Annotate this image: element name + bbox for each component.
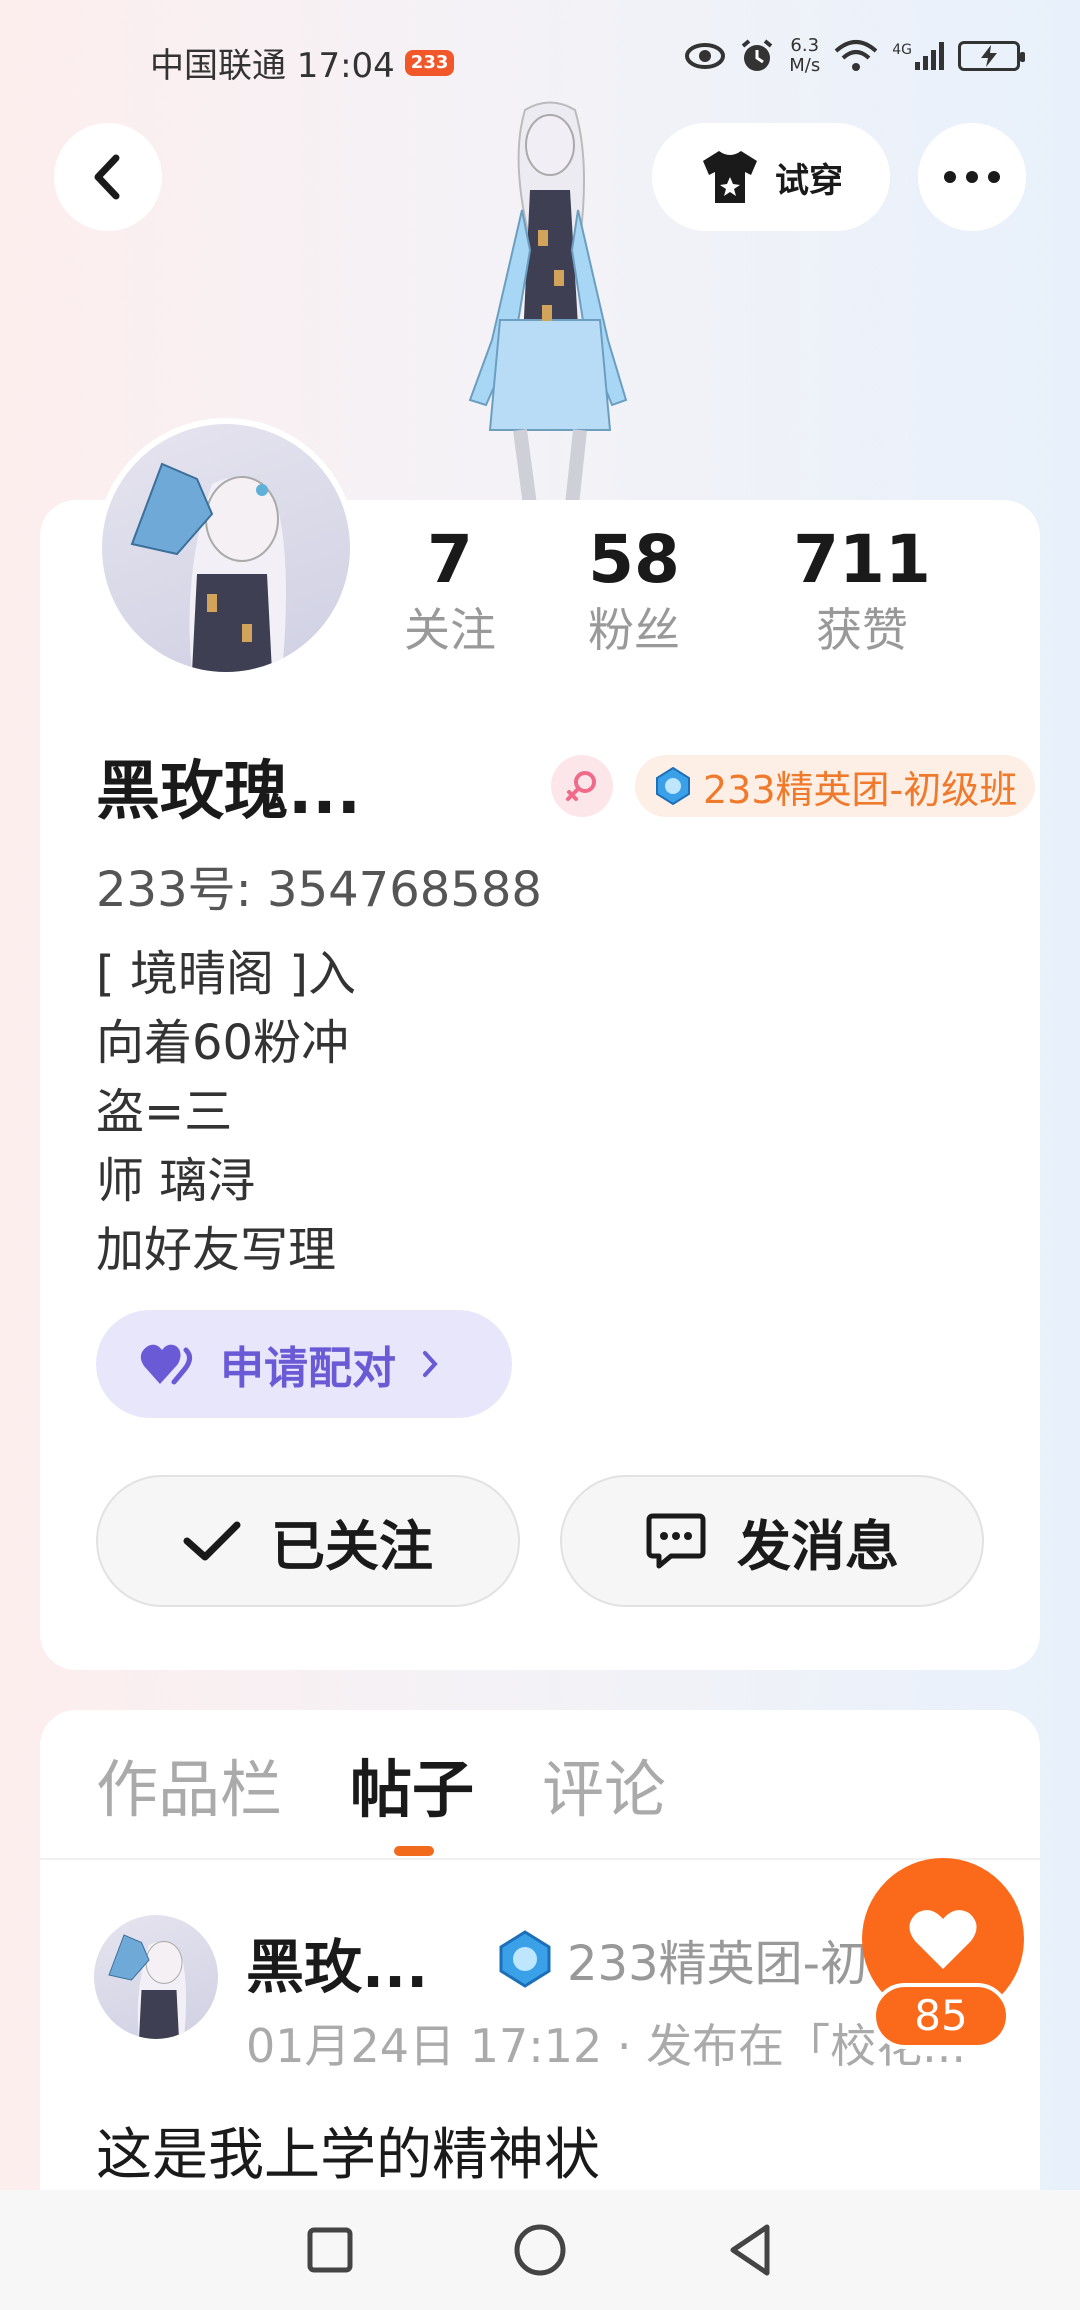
profile-avatar[interactable] [96, 418, 356, 678]
request-match-button[interactable]: 申请配对 [96, 1310, 512, 1418]
system-nav-bar [0, 2190, 1080, 2310]
title-badge[interactable]: 233精英团-初级班 [635, 755, 1036, 817]
user-id: 233号: 354768588 [96, 862, 542, 918]
post-text[interactable]: 这是我上学的精神状 [96, 2110, 600, 2191]
tab-divider [40, 1858, 1040, 1860]
female-gender-icon [551, 755, 613, 817]
avatar-character-figure [468, 101, 628, 505]
alarm-icon [741, 39, 773, 71]
content-tabs: 作品栏 帖子 评论 [96, 1750, 666, 1856]
avatar [102, 424, 350, 672]
tab-works[interactable]: 作品栏 [96, 1750, 282, 1830]
stat-label: 获赞 [816, 603, 908, 657]
stat-label: 粉丝 [588, 603, 680, 657]
bio-line: 盗=三 [96, 1084, 233, 1140]
stat-value: 7 [427, 521, 473, 598]
send-message-button[interactable]: 发消息 [560, 1475, 984, 1607]
bio-line: [ 境晴阁 ]入 [96, 946, 356, 1002]
app-notification-badge: 233 [404, 49, 455, 76]
post-author-avatar[interactable] [94, 1915, 218, 2039]
more-options-button[interactable] [918, 123, 1026, 231]
stat-likes[interactable]: 711 获赞 [748, 520, 976, 660]
like-count: 85 [872, 1983, 1010, 2049]
more-dots-icon [944, 171, 1000, 183]
check-icon [183, 1521, 241, 1561]
try-on-button[interactable]: 试穿 [652, 123, 890, 231]
recents-button[interactable] [300, 2220, 360, 2280]
carrier-time: 中国联通 17:04 [150, 46, 395, 86]
bio-line: 师 璃浔 [96, 1153, 256, 1209]
request-match-label: 申请配对 [220, 1343, 396, 1394]
gem-badge-icon [499, 1930, 551, 1988]
heart-icon [909, 1910, 977, 1969]
name-row: 黑玫瑰... 233精英团-初级班 [96, 740, 1036, 832]
chevron-right-icon [423, 1351, 438, 1377]
tab-posts[interactable]: 帖子 [350, 1750, 474, 1856]
profile-stats: 7 关注 58 粉丝 711 获赞 [380, 520, 1000, 660]
post-badge-label: 233精英团-初 [567, 1936, 868, 1992]
status-left: 中国联通 17:04 233 [150, 38, 455, 87]
chevron-left-icon [94, 154, 120, 200]
bio-line: 加好友写理 [96, 1222, 337, 1278]
net-speed: 6.3 M/s [789, 35, 821, 76]
eye-icon [685, 43, 726, 69]
stat-fans[interactable]: 58 粉丝 [520, 520, 748, 660]
gem-badge-icon [656, 766, 690, 806]
status-icons: 6.3 M/s 4G [685, 35, 1025, 76]
followed-button[interactable]: 已关注 [96, 1475, 520, 1607]
heart-icon [140, 1344, 192, 1385]
avatar-illustration [130, 462, 286, 672]
nickname: 黑玫瑰... [96, 755, 361, 829]
stat-label: 关注 [404, 603, 496, 657]
stat-following[interactable]: 7 关注 [380, 520, 520, 660]
stat-value: 58 [588, 521, 680, 598]
home-button[interactable] [510, 2220, 570, 2280]
bio-line: 向着60粉冲 [96, 1015, 350, 1071]
title-badge-label: 233精英团-初级班 [703, 767, 1018, 812]
send-message-label: 发消息 [737, 1514, 899, 1578]
avatar-illustration [108, 1934, 186, 2039]
post-author-name[interactable]: 黑玫... [246, 1920, 428, 2004]
signal-icon: 4G [892, 42, 944, 70]
followed-label: 已关注 [271, 1514, 433, 1578]
wifi-icon [834, 40, 878, 71]
triangle-back-icon [730, 2224, 770, 2276]
square-icon [307, 2227, 353, 2273]
battery-icon [958, 41, 1025, 71]
tab-comments[interactable]: 评论 [542, 1750, 666, 1830]
circle-icon [514, 2224, 566, 2276]
nav-back-button[interactable] [720, 2220, 780, 2280]
back-button[interactable] [54, 123, 162, 231]
tshirt-icon [703, 151, 757, 203]
try-on-label: 试穿 [775, 160, 843, 201]
chat-bubble-icon [646, 1513, 706, 1569]
bio: [ 境晴阁 ]入 向着60粉冲 盗=三 师 璃浔 加好友写理 [96, 940, 356, 1285]
post-author-badge: 233精英团-初 [495, 1924, 915, 1994]
stat-value: 711 [793, 521, 931, 598]
